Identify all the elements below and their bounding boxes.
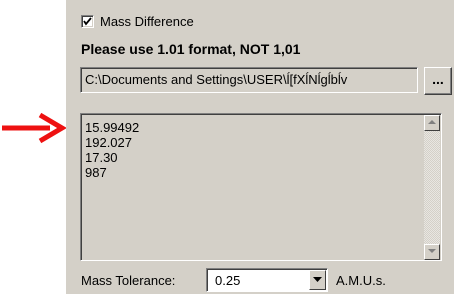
scroll-up-button[interactable] — [424, 115, 440, 131]
mass-tolerance-combo[interactable]: 0.25 — [206, 268, 328, 292]
browse-button[interactable]: ... — [424, 67, 452, 95]
mass-tolerance-value: 0.25 — [215, 273, 241, 288]
chevron-down-icon — [313, 277, 322, 282]
mass-list-items: 15.99492 192.027 17.30 987 — [85, 120, 139, 180]
vertical-scrollbar[interactable] — [424, 115, 440, 260]
arrow-up-icon — [428, 120, 436, 124]
mass-difference-checkbox[interactable] — [81, 14, 94, 28]
scroll-down-button[interactable] — [424, 244, 440, 260]
scroll-track[interactable] — [424, 131, 440, 244]
mass-difference-label: Mass Difference — [100, 13, 194, 29]
red-arrow-annotation — [2, 112, 67, 144]
settings-panel: Mass Difference Please use 1.01 format, … — [66, 0, 454, 294]
units-label: A.M.U.s. — [336, 273, 386, 288]
list-item[interactable]: 192.027 — [85, 135, 139, 150]
list-item[interactable]: 17.30 — [85, 150, 139, 165]
format-notice: Please use 1.01 format, NOT 1,01 — [81, 41, 301, 57]
list-item[interactable]: 987 — [85, 165, 139, 180]
checkmark-icon — [83, 16, 92, 26]
list-item[interactable]: 15.99492 — [85, 120, 139, 135]
mass-difference-checkbox-row[interactable]: Mass Difference — [81, 12, 194, 30]
mass-tolerance-label: Mass Tolerance: — [81, 273, 176, 288]
arrow-down-icon — [428, 249, 436, 253]
file-path-field[interactable]: C:\Documents and Settings\USER\ĺ[fXĺNĺgĺ… — [80, 67, 418, 93]
mass-listbox[interactable]: 15.99492 192.027 17.30 987 — [80, 113, 442, 261]
dropdown-button[interactable] — [309, 270, 326, 290]
